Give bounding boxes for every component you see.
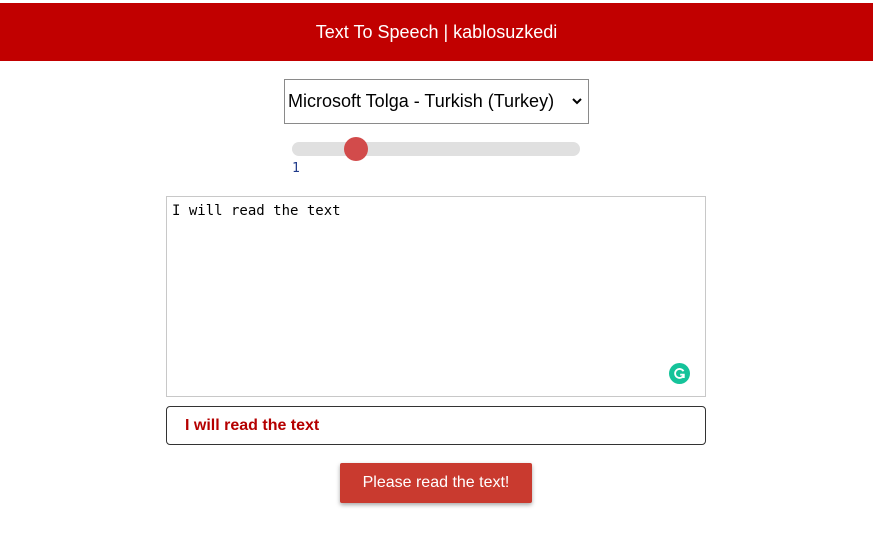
spoken-text-output: I will read the text (166, 406, 706, 445)
text-input-area[interactable]: I will read the text (166, 196, 706, 397)
header-bar: Text To Speech | kablosuzkedi (0, 3, 873, 61)
voice-select-value: Microsoft Tolga - Turkish (Turkey) (288, 91, 555, 111)
page-title: Text To Speech | kablosuzkedi (315, 22, 558, 42)
spoken-text: I will read the text (185, 417, 320, 434)
chevron-down-icon (572, 97, 582, 107)
rate-slider-thumb[interactable] (344, 137, 368, 161)
rate-value-label: 1 (292, 161, 300, 176)
grammarly-icon[interactable] (669, 363, 690, 384)
voice-select[interactable]: Microsoft Tolga - Turkish (Turkey) (284, 79, 589, 124)
rate-slider-track[interactable] (292, 142, 580, 156)
page: Text To Speech | kablosuzkedi Microsoft … (0, 0, 873, 557)
read-text-button[interactable]: Please read the text! (340, 463, 532, 503)
